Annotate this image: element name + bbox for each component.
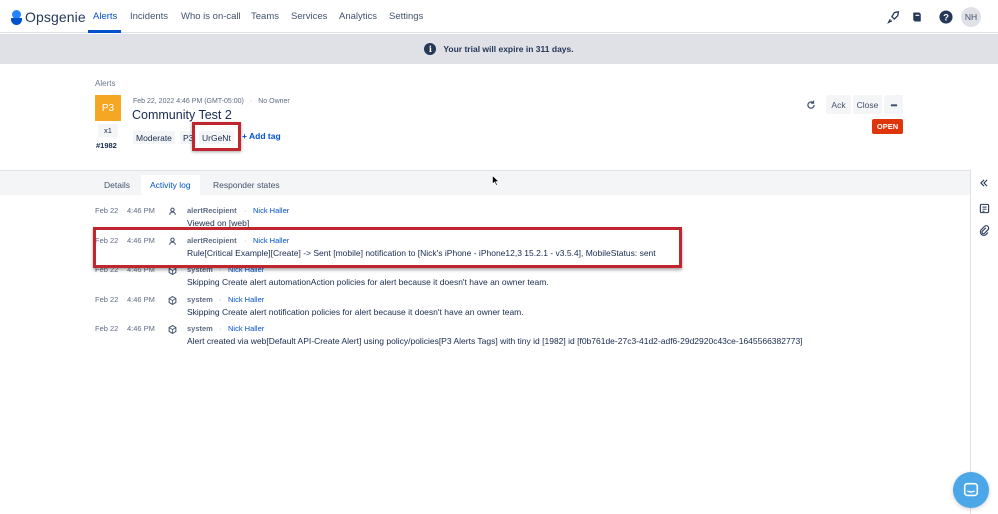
refresh-icon[interactable] (802, 96, 819, 113)
log-separator: · (244, 206, 247, 215)
nav-active-indicator (88, 30, 121, 33)
right-sidebar (970, 170, 998, 514)
tab-responder-states[interactable]: Responder states (204, 175, 289, 195)
collapse-panel-icon[interactable] (977, 176, 991, 190)
help-icon[interactable]: ? (938, 9, 954, 25)
close-button[interactable]: Close (853, 95, 882, 114)
created-timestamp: Feb 22, 2022 4:46 PM (GMT-05:00) (133, 98, 244, 105)
tag-moderate[interactable]: Moderate (133, 131, 175, 144)
ack-button[interactable]: Ack (826, 95, 851, 114)
info-icon: i (424, 43, 437, 55)
mouse-cursor-icon (492, 175, 500, 186)
log-message: Skipping Create alert automationAction p… (187, 277, 549, 287)
status-badge: OPEN (872, 119, 903, 134)
log-separator: · (219, 324, 222, 333)
owner-label[interactable]: No Owner (258, 98, 290, 105)
attachment-icon[interactable] (977, 223, 991, 237)
log-time: 4:46 PM (127, 206, 155, 215)
tab-activity-log[interactable]: Activity log (141, 175, 200, 195)
log-user-link[interactable]: Nick Haller (253, 206, 289, 215)
nav-teams[interactable]: Teams (251, 11, 279, 22)
log-time: 4:46 PM (127, 324, 155, 333)
log-message: Skipping Create alert notification polic… (187, 307, 524, 317)
log-message: Alert created via web[Default API-Create… (187, 336, 803, 346)
system-icon (167, 324, 177, 334)
recipient-icon (167, 206, 177, 216)
more-actions-button[interactable]: ••• (884, 95, 903, 114)
alert-meta: Feb 22, 2022 4:46 PM (GMT-05:00) · No Owne… (133, 98, 290, 105)
highlight-box-log-entry (93, 227, 682, 268)
log-user-link[interactable]: Nick Haller (228, 324, 264, 333)
add-tag-button[interactable]: + Add tag (242, 131, 281, 141)
log-date: Feb 22 (95, 295, 119, 304)
alert-count: x1 (98, 124, 118, 137)
nav-incidents[interactable]: Incidents (130, 11, 168, 22)
opsgenie-logo-icon (11, 9, 22, 25)
tab-details[interactable]: Details (95, 175, 139, 195)
notes-icon[interactable] (977, 201, 991, 215)
nav-who-is-on-call[interactable]: Who is on-call (181, 11, 241, 22)
log-actor: system (187, 324, 213, 333)
log-date: Feb 22 (95, 324, 119, 333)
alert-title: Community Test 2 (132, 108, 232, 122)
nav-settings[interactable]: Settings (389, 11, 423, 22)
trial-banner: i Your trial will expire in 311 days. (0, 34, 998, 64)
chat-launcher[interactable] (953, 472, 989, 508)
log-date: Feb 22 (95, 206, 119, 215)
tiny-id: #1982 (96, 141, 117, 150)
log-time: 4:46 PM (127, 295, 155, 304)
chat-icon (963, 482, 979, 497)
book-icon[interactable] (909, 9, 925, 25)
opsgenie-logo[interactable]: Opsgenie (11, 8, 86, 26)
priority-badge[interactable]: P3 (95, 95, 121, 121)
nav-services[interactable]: Services (291, 11, 327, 22)
breadcrumb[interactable]: Alerts (95, 79, 115, 88)
highlight-box-tag (192, 122, 241, 151)
log-user-link[interactable]: Nick Haller (228, 295, 264, 304)
system-icon (167, 295, 177, 305)
trial-banner-text: Your trial will expire in 311 days. (443, 44, 574, 54)
log-actor: system (187, 295, 213, 304)
nav-alerts[interactable]: Alerts (93, 11, 117, 22)
log-separator: · (219, 295, 222, 304)
svg-text:?: ? (943, 13, 949, 24)
app-name: Opsgenie (25, 9, 86, 25)
nav-analytics[interactable]: Analytics (339, 11, 377, 22)
log-actor: alertRecipient (187, 206, 237, 215)
rocket-icon[interactable] (885, 9, 901, 25)
user-avatar[interactable]: NH (961, 7, 981, 27)
